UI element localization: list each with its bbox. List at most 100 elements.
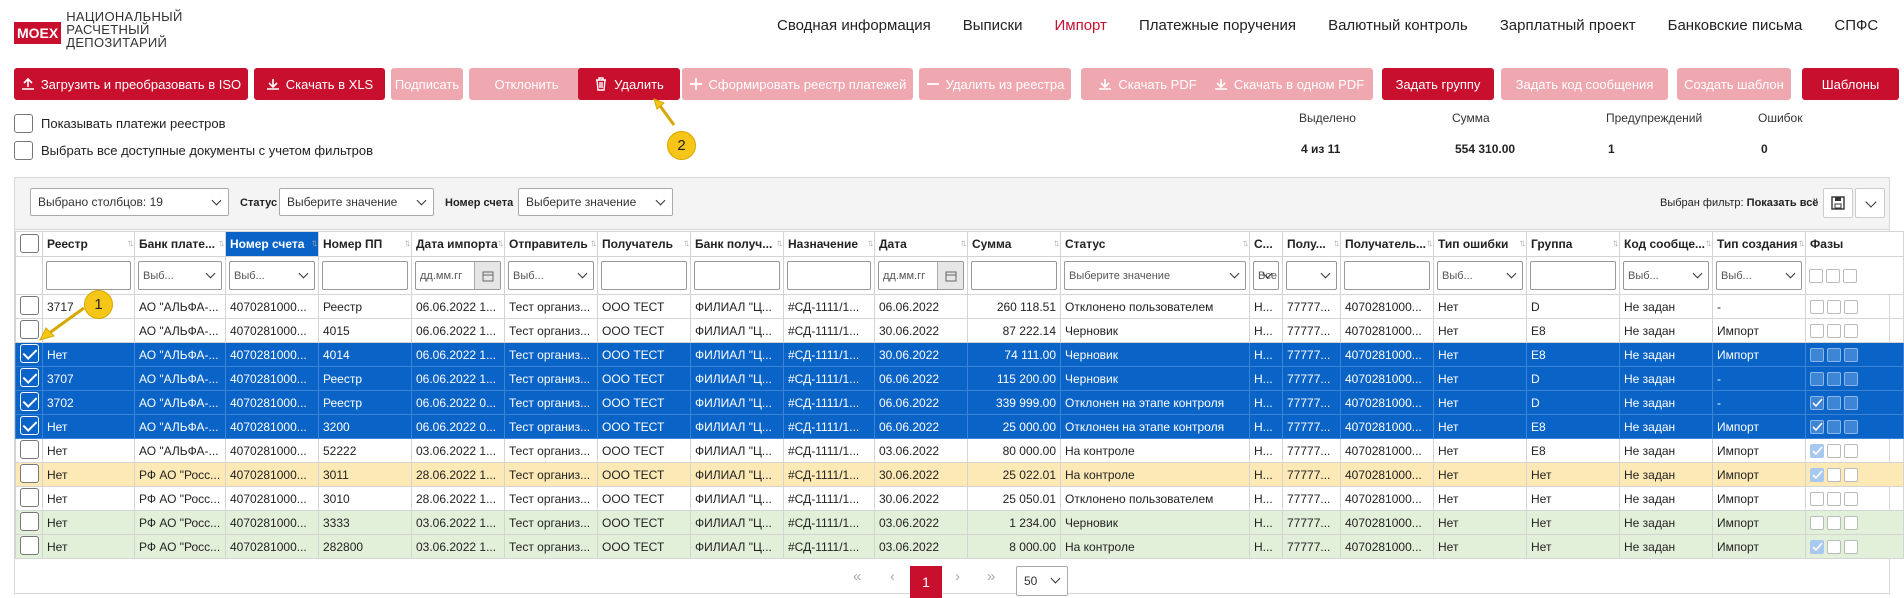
table-row[interactable]: 3702 АО "АЛЬФА-... 4070281000... Реестр 06.0…: [15, 390, 1904, 415]
column-filter-input[interactable]: [787, 261, 871, 290]
table-row[interactable]: АО "АЛЬФА-... 4070281000... 4015 06.06.2022…: [15, 318, 1904, 343]
column-filter-input[interactable]: [1286, 261, 1337, 290]
nav-item-5[interactable]: Зарплатный проект: [1500, 17, 1636, 34]
calendar-icon[interactable]: [937, 262, 963, 289]
sort-icon[interactable]: ↑↓: [311, 238, 318, 249]
account-filter-select[interactable]: Выберите значение: [518, 188, 673, 216]
sort-icon[interactable]: ↑↓: [404, 238, 411, 249]
select-all-checkbox[interactable]: [20, 234, 39, 253]
nav-item-4[interactable]: Валютный контроль: [1328, 17, 1468, 34]
column-header-2[interactable]: Банк плате... ↑↓: [134, 231, 226, 257]
column-header-0[interactable]: [15, 231, 43, 257]
column-filter-input[interactable]: [601, 261, 687, 290]
row-checkbox[interactable]: [20, 344, 39, 363]
column-filter-input[interactable]: Выб...: [508, 261, 594, 290]
table-row[interactable]: Нет РФ АО "Росс... 4070281000... 3333 03.06.…: [15, 510, 1904, 535]
column-header-8[interactable]: Банк получ... ↑↓: [690, 231, 784, 257]
page-size-select[interactable]: 50: [1016, 566, 1068, 596]
sort-icon[interactable]: ↑↓: [1612, 238, 1619, 249]
row-checkbox[interactable]: [20, 368, 39, 387]
column-header-14[interactable]: Полу... ↑↓: [1282, 231, 1341, 257]
column-filter-input[interactable]: [694, 261, 780, 290]
sort-icon[interactable]: ↑↓: [960, 238, 967, 249]
row-checkbox[interactable]: [20, 464, 39, 483]
page-1-button[interactable]: 1: [910, 566, 942, 598]
phase-filter-checkbox[interactable]: [1843, 268, 1857, 283]
sort-icon[interactable]: ↑↓: [1333, 238, 1340, 249]
table-row[interactable]: Нет РФ АО "Росс... 4070281000... 3010 28.06.…: [15, 486, 1904, 511]
column-filter-input[interactable]: [971, 261, 1057, 290]
prev-page-button[interactable]: ‹: [890, 568, 895, 585]
column-header-1[interactable]: Реестр ↑↓: [42, 231, 135, 257]
status-filter-select[interactable]: Выберите значение: [279, 188, 434, 216]
table-row[interactable]: Нет АО "АЛЬФА-... 4070281000... 52222 03.06.…: [15, 438, 1904, 463]
row-checkbox[interactable]: [20, 512, 39, 531]
sort-icon[interactable]: ↑↓: [683, 238, 690, 249]
table-row[interactable]: Нет АО "АЛЬФА-... 4070281000... 3200 06.06.2…: [15, 414, 1904, 439]
sort-icon[interactable]: ↑↓: [497, 238, 504, 249]
next-page-button[interactable]: ›: [955, 568, 960, 585]
column-header-19[interactable]: Тип создания ↑↓: [1712, 231, 1806, 257]
sort-icon[interactable]: ↑↓: [127, 238, 134, 249]
phase-filter-checkbox[interactable]: [1809, 268, 1823, 283]
column-header-10[interactable]: Дата ↑↓: [874, 231, 968, 257]
column-header-16[interactable]: Тип ошибки ↑↓: [1433, 231, 1527, 257]
toolbar-button-1[interactable]: Скачать в XLS: [254, 68, 385, 100]
sort-icon[interactable]: ↑↓: [1798, 238, 1805, 249]
columns-select[interactable]: Выбрано столбцов: 19: [30, 188, 229, 216]
column-header-3[interactable]: Номер счета ↑↓: [225, 231, 319, 257]
select-all-filtered-checkbox[interactable]: [14, 141, 33, 160]
column-header-4[interactable]: Номер ПП ↑↓: [318, 231, 412, 257]
toolbar-button-6[interactable]: Удалить из реестра: [919, 68, 1071, 100]
column-filter-input[interactable]: Выб...: [138, 261, 222, 290]
toolbar-button-2[interactable]: Подписать: [391, 68, 463, 100]
calendar-icon[interactable]: [474, 262, 500, 289]
column-header-17[interactable]: Группа ↑↓: [1526, 231, 1620, 257]
column-filter-input[interactable]: [46, 261, 131, 290]
sort-icon[interactable]: ↑↓: [218, 238, 225, 249]
nav-item-3[interactable]: Платежные поручения: [1139, 17, 1296, 34]
column-header-9[interactable]: Назначение ↑↓: [783, 231, 875, 257]
nav-item-6[interactable]: Банковские письма: [1668, 17, 1803, 34]
row-checkbox[interactable]: [20, 392, 39, 411]
toolbar-button-5[interactable]: Сформировать реестр платежей: [682, 68, 913, 100]
moex-logo[interactable]: MOEX НАЦИОНАЛЬНЫЙ РАСЧЕТНЫЙ ДЕПОЗИТАРИЙ: [14, 10, 183, 49]
column-filter-input[interactable]: Выб...: [1716, 261, 1802, 290]
column-filter-input[interactable]: Выб...: [229, 261, 315, 290]
column-header-15[interactable]: Получатель... ↑↓: [1340, 231, 1434, 257]
column-filter-input[interactable]: Выб...: [1437, 261, 1523, 290]
nav-item-0[interactable]: Сводная информация: [777, 17, 931, 34]
table-row[interactable]: Нет РФ АО "Росс... 4070281000... 3011 28.06.…: [15, 462, 1904, 487]
toolbar-button-12[interactable]: Шаблоны: [1802, 68, 1899, 100]
sort-icon[interactable]: ↑↓: [1242, 238, 1249, 249]
column-header-5[interactable]: Дата импорта ↑↓: [411, 231, 505, 257]
column-filter-input[interactable]: дд.мм.гг: [878, 261, 964, 290]
column-filter-input[interactable]: Все: [1253, 261, 1279, 290]
column-filter-input[interactable]: [1344, 261, 1430, 290]
nav-item-7[interactable]: СПФС: [1834, 17, 1878, 34]
table-row[interactable]: 3717 АО "АЛЬФА-... 4070281000... Реестр 06.0…: [15, 294, 1904, 319]
sort-icon[interactable]: ↑↓: [867, 238, 874, 249]
column-header-12[interactable]: Статус ↑↓: [1060, 231, 1250, 257]
column-header-6[interactable]: Отправитель ↑↓: [504, 231, 598, 257]
row-checkbox[interactable]: [20, 536, 39, 555]
sort-icon[interactable]: ↑↓: [1426, 238, 1433, 249]
column-filter-input[interactable]: Выб...: [1623, 261, 1709, 290]
row-checkbox[interactable]: [20, 488, 39, 507]
column-filter-input[interactable]: дд.мм.гг: [415, 261, 501, 290]
column-filter-input[interactable]: [322, 261, 408, 290]
table-row[interactable]: Нет РФ АО "Росс... 4070281000... 282800 03.0…: [15, 534, 1904, 559]
table-row[interactable]: 3707 АО "АЛЬФА-... 4070281000... Реестр 06.0…: [15, 366, 1904, 391]
sort-icon[interactable]: ↑↓: [1705, 238, 1712, 249]
sort-icon[interactable]: ↑↓: [1053, 238, 1060, 249]
show-registry-payments-checkbox[interactable]: [14, 114, 33, 133]
column-header-20[interactable]: Фазы: [1805, 231, 1904, 257]
toolbar-button-7[interactable]: Скачать PDF: [1081, 68, 1214, 100]
column-header-11[interactable]: Сумма ↑↓: [967, 231, 1061, 257]
toolbar-button-10[interactable]: Задать код сообщения: [1501, 68, 1668, 100]
row-checkbox[interactable]: [20, 416, 39, 435]
toolbar-button-0[interactable]: Загрузить и преобразовать в ISO: [14, 68, 248, 100]
column-filter-input[interactable]: [1530, 261, 1616, 290]
sort-icon[interactable]: ↑↓: [1519, 238, 1526, 249]
phase-filter-checkbox[interactable]: [1826, 268, 1840, 283]
